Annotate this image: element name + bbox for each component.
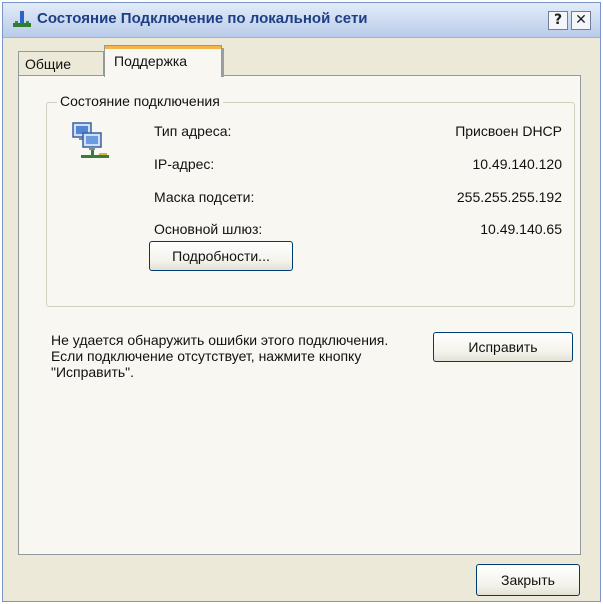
repair-message: Не удается обнаружить ошибки этого подкл…	[51, 332, 389, 380]
tab-support[interactable]: Поддержка	[104, 45, 224, 77]
help-button[interactable]: ?	[548, 11, 568, 30]
title-bar[interactable]: Состояние Подключение по локальной сети …	[3, 3, 600, 38]
network-connection-icon	[13, 11, 31, 27]
repair-button[interactable]: Исправить	[433, 332, 573, 362]
default-gateway-value: 10.49.140.65	[480, 221, 562, 237]
subnet-mask-label: Маска подсети:	[154, 189, 255, 205]
details-button[interactable]: Подробности...	[149, 241, 293, 271]
default-gateway-label: Основной шлюз:	[154, 221, 263, 237]
subnet-mask-value: 255.255.255.192	[456, 189, 562, 205]
group-title: Состояние подключения	[57, 93, 223, 109]
connection-status-group: Состояние подключения Тип адреса: Присво…	[46, 93, 575, 307]
tab-general[interactable]: Общие	[18, 51, 104, 75]
ip-address-value: 10.49.140.120	[472, 156, 562, 172]
network-computers-icon	[72, 122, 109, 158]
close-window-button[interactable]: ✕	[571, 11, 591, 30]
address-type-label: Тип адреса:	[154, 123, 232, 139]
close-button[interactable]: Закрыть	[476, 564, 580, 596]
tab-panel-support: Состояние подключения Тип адреса: Присво…	[18, 75, 581, 555]
status-dialog: Состояние Подключение по локальной сети …	[2, 2, 601, 602]
window-title: Состояние Подключение по локальной сети	[37, 10, 368, 27]
address-type-value: Присвоен DHCP	[455, 123, 562, 139]
ip-address-label: IP-адрес:	[154, 156, 215, 172]
